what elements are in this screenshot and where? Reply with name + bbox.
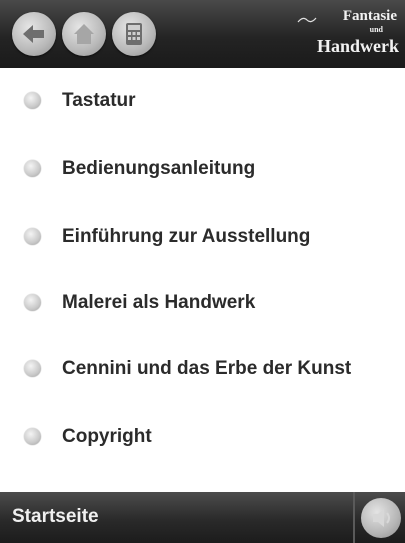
menu-item-copyright[interactable]: Copyright: [0, 410, 405, 466]
bullet-icon: [24, 228, 41, 245]
calculator-button[interactable]: [112, 12, 156, 56]
menu-item-einfuehrung[interactable]: Einführung zur Ausstellung: [0, 210, 405, 266]
menu-item-label: Bedienungsanleitung: [62, 158, 256, 179]
back-button[interactable]: [12, 12, 56, 56]
bullet-icon: [24, 92, 41, 109]
calculator-icon: [126, 23, 142, 45]
bullet-icon: [24, 360, 41, 377]
logo-line-1: Fantasie: [342, 8, 397, 24]
bullet-icon: [24, 294, 41, 311]
app-screen: Fantasie und Handwerk Tastatur Bedienung…: [0, 0, 405, 543]
sound-button[interactable]: [361, 498, 401, 538]
menu-item-label: Cennini und das Erbe der Kunst: [62, 358, 352, 379]
bullet-icon: [24, 428, 41, 445]
menu-item-tastatur[interactable]: Tastatur: [0, 74, 405, 130]
page-title: Startseite: [12, 506, 99, 527]
menu-item-label: Tastatur: [62, 90, 136, 111]
flourish-icon: [297, 17, 317, 23]
logo-line-3: Handwerk: [316, 36, 399, 56]
menu-item-label: Malerei als Handwerk: [62, 292, 256, 313]
app-logo: Fantasie und Handwerk: [281, 6, 399, 62]
top-bar: Fantasie und Handwerk: [0, 0, 405, 68]
menu-item-bedienungsanleitung[interactable]: Bedienungsanleitung: [0, 142, 405, 198]
home-icon: [74, 24, 94, 44]
menu-item-label: Copyright: [62, 426, 152, 447]
menu-item-label: Einführung zur Ausstellung: [62, 226, 311, 247]
divider: [353, 492, 355, 543]
home-button[interactable]: [62, 12, 106, 56]
logo-line-2: und: [369, 25, 383, 34]
speaker-icon: [373, 509, 390, 527]
bottom-bar: Startseite: [0, 492, 405, 543]
bullet-icon: [24, 160, 41, 177]
menu-item-cennini[interactable]: Cennini und das Erbe der Kunst: [0, 342, 405, 398]
back-arrow-icon: [23, 25, 44, 43]
menu-item-malerei[interactable]: Malerei als Handwerk: [0, 276, 405, 332]
